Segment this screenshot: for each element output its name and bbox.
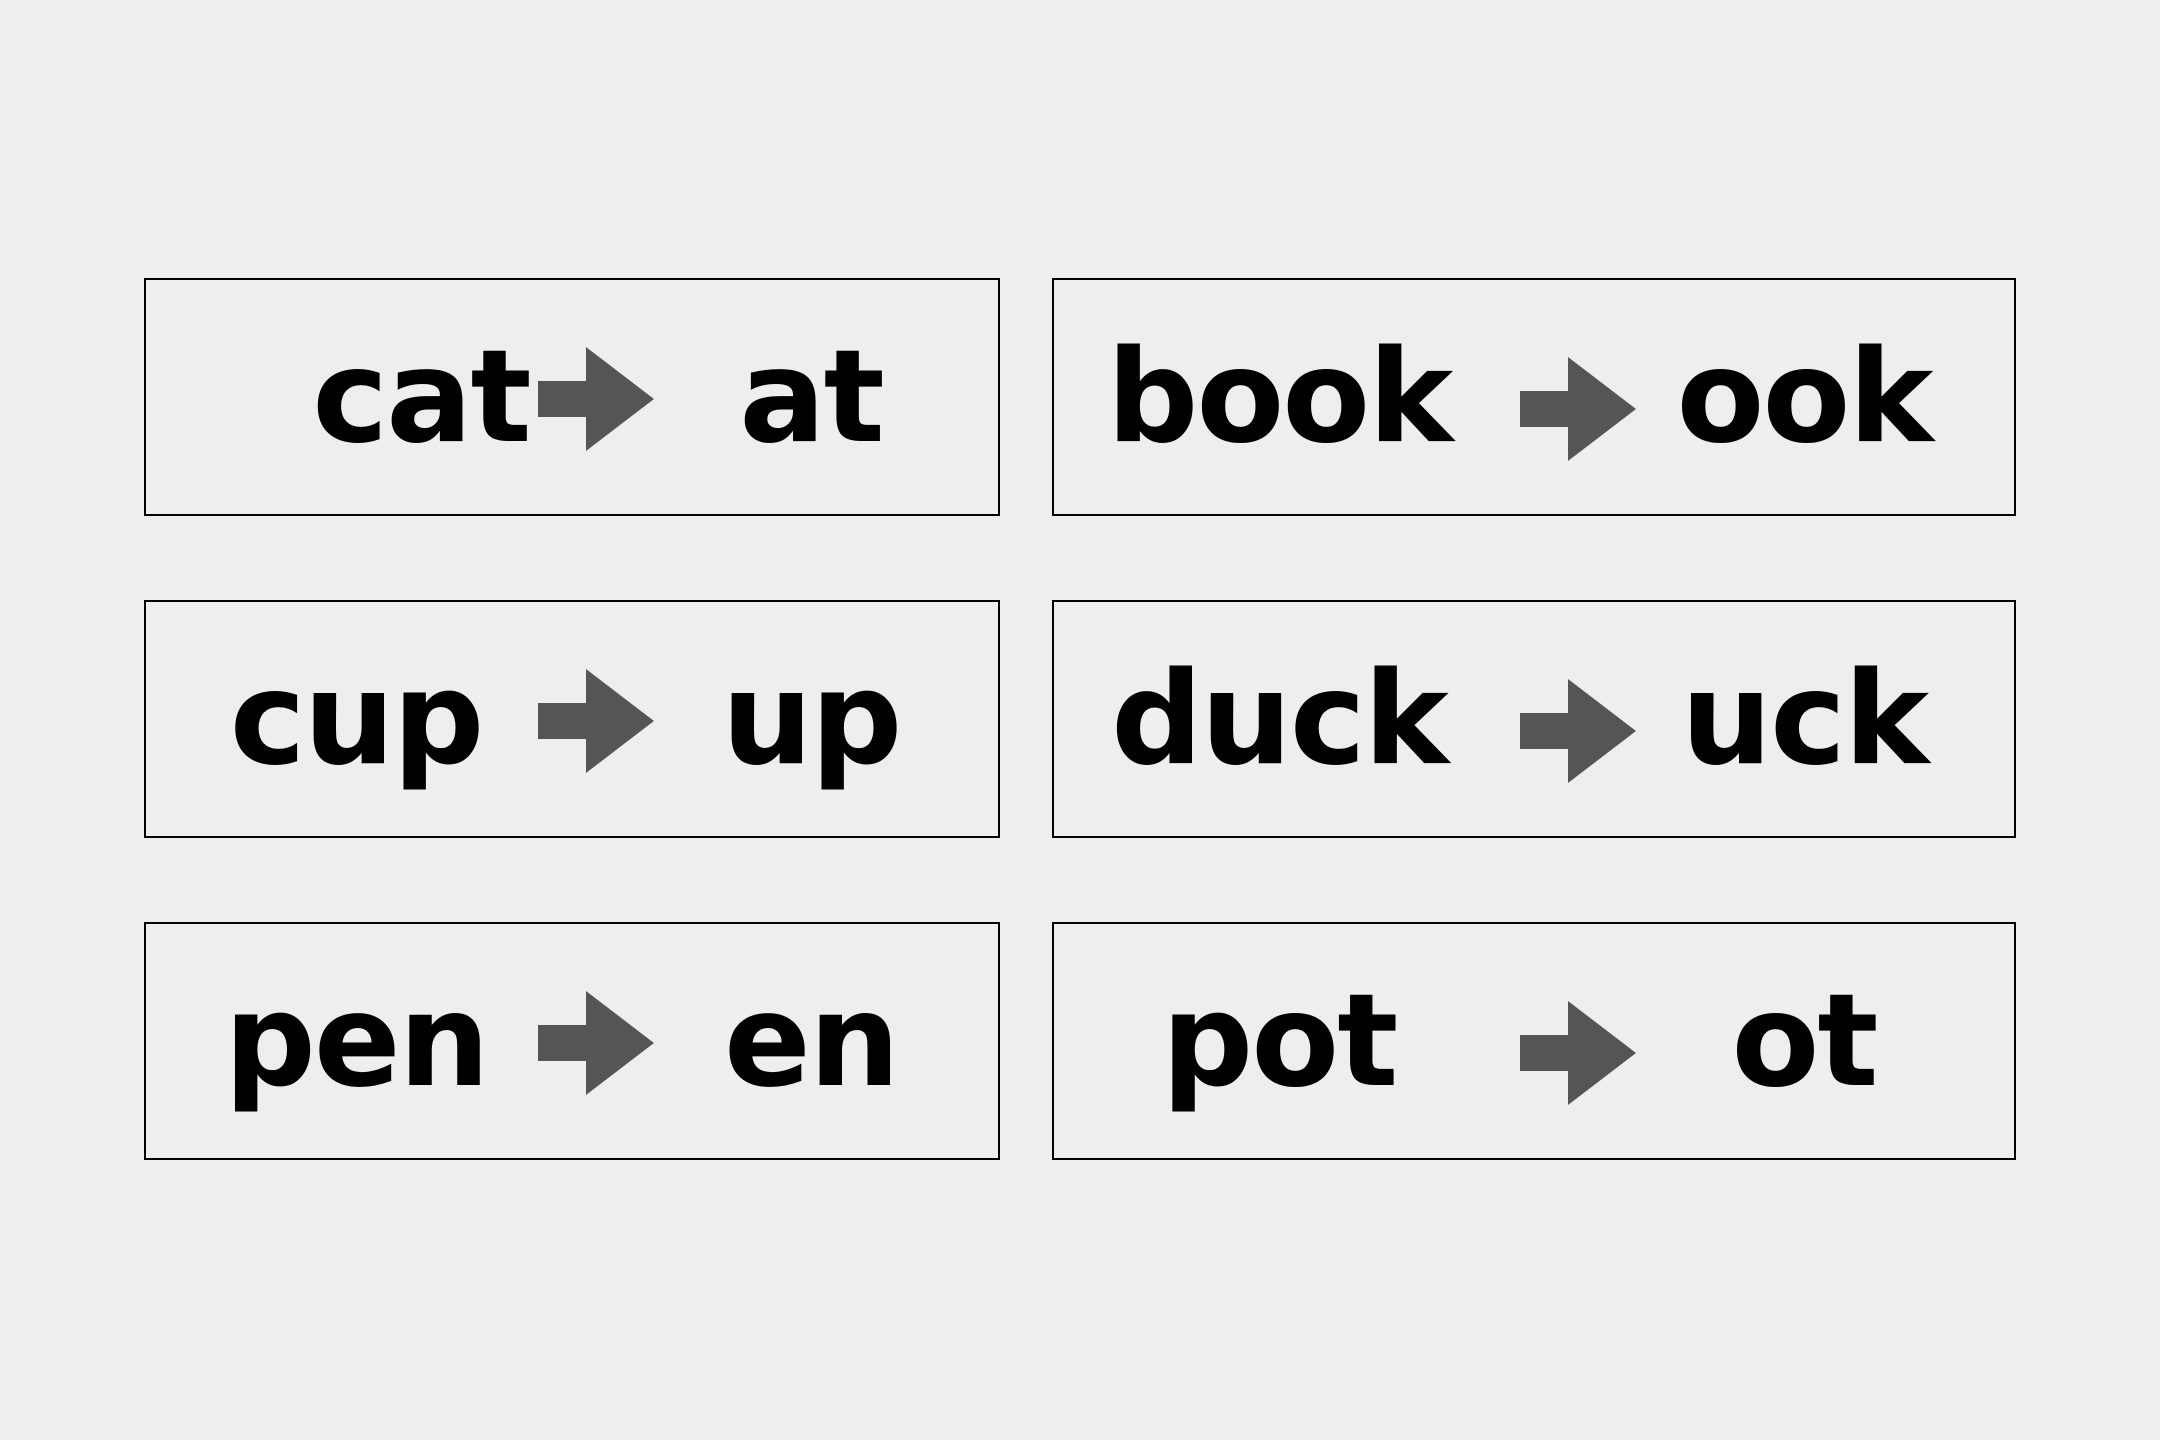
right-arrow-icon [1520,679,1636,783]
word-original: cup [229,644,485,794]
right-arrow-icon [1520,357,1636,461]
word-original: book [1106,322,1454,472]
word-original: duck [1111,644,1449,794]
right-arrow-icon [538,991,654,1095]
word-original: pen [224,966,490,1116]
word-result: en [724,966,900,1116]
right-arrow-icon [538,347,654,451]
word-card-pot: pot ot [1052,922,2016,1160]
word-result: at [739,322,885,472]
word-card-duck: duck uck [1052,600,2016,838]
word-result: up [721,644,903,794]
word-result: ook [1676,322,1934,472]
word-result: ot [1731,966,1878,1116]
word-card-pen: pen en [144,922,1000,1160]
right-arrow-icon [538,669,654,773]
word-card-cat: cat at [144,278,1000,516]
word-original: pot [1161,966,1399,1116]
right-arrow-icon [1520,1001,1636,1105]
word-card-cup: cup up [144,600,1000,838]
word-card-book: book ook [1052,278,2016,516]
word-result: uck [1680,644,1929,794]
